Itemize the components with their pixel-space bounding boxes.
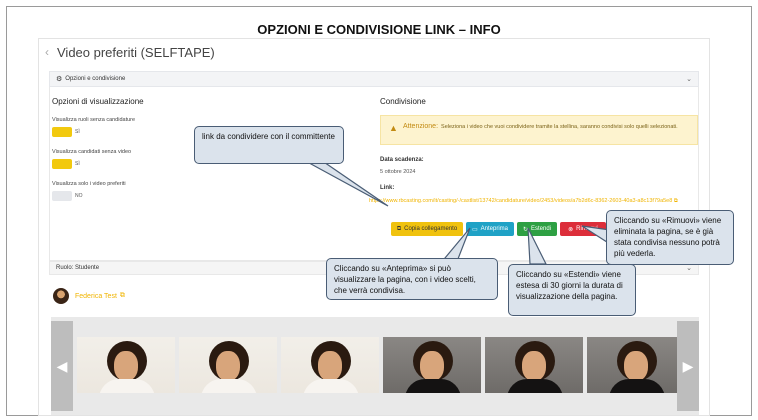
warning-alert: ▲ Attenzione: Seleziona i video che vuoi …	[380, 115, 698, 145]
preview-icon: ▭	[471, 226, 478, 233]
carousel-prev-button[interactable]: ◀	[51, 321, 73, 411]
chevron-down-icon[interactable]: ⌄	[686, 75, 692, 83]
remove-button[interactable]: ⊗ Rimuovi	[560, 222, 606, 236]
arrow-left-icon: ◀	[56, 357, 68, 374]
callout-extend: Cliccando su «Estendi» viene estesa di 3…	[508, 264, 636, 316]
slide-title: OPZIONI E CONDIVISIONE LINK – INFO	[257, 22, 501, 37]
refresh-icon: ↻	[522, 226, 528, 233]
remove-label: Rimuovi	[576, 226, 598, 232]
gear-icon: ⚙	[56, 76, 63, 83]
preview-label: Anteprima	[480, 226, 509, 232]
arrow-right-icon: ▶	[682, 357, 694, 374]
video-thumbnail[interactable]	[179, 337, 277, 393]
video-carousel: ◀ ▶	[51, 317, 699, 415]
page-title: Video preferiti (SELFTAPE)	[57, 44, 215, 60]
extend-label: Estendi	[531, 226, 552, 232]
video-thumbnail[interactable]	[587, 337, 685, 393]
copy-link-button[interactable]: ⧉ Copia collegamento	[391, 222, 463, 236]
warning-text: Seleziona i video che vuoi condividere t…	[441, 124, 678, 130]
option-label-favorites: Visualizza solo i video preferiti	[52, 181, 126, 187]
share-link[interactable]: https://www.rbcasting.com/it/casting/-/c…	[369, 197, 689, 205]
candidate-header: Federica Test ⧉	[53, 288, 125, 304]
candidate-name[interactable]: Federica Test	[75, 293, 117, 300]
external-link-icon[interactable]: ⧉	[674, 198, 678, 204]
toggle-state-roles: SÌ	[75, 129, 80, 135]
callout-preview: Cliccando su «Anteprima» si può visualiz…	[326, 258, 498, 300]
display-options-title: Opzioni di visualizzazione	[52, 97, 144, 106]
share-link-text[interactable]: https://www.rbcasting.com/it/casting/-/c…	[369, 198, 672, 204]
toggle-only-favorites[interactable]	[52, 191, 72, 201]
chevron-left-icon[interactable]: ‹	[45, 45, 49, 59]
preview-button[interactable]: ▭ Anteprima	[466, 222, 514, 236]
avatar	[53, 288, 69, 304]
extend-button[interactable]: ↻ Estendi	[517, 222, 557, 236]
section-label: Opzioni e condivisione	[65, 76, 126, 82]
copy-link-label: Copia collegamento	[404, 226, 458, 232]
carousel-next-button[interactable]: ▶	[677, 321, 699, 411]
warning-body: Attenzione: Seleziona i video che vuoi co…	[403, 122, 693, 132]
sharing-title: Condivisione	[380, 97, 426, 106]
video-thumbnail[interactable]	[383, 337, 481, 393]
chevron-down-icon[interactable]: ⌄	[686, 264, 692, 272]
copy-icon: ⧉	[396, 225, 402, 232]
video-thumbnail[interactable]	[485, 337, 583, 393]
option-label-roles: Visualizza ruoli senza candidature	[52, 117, 136, 123]
toggle-candidates-without-video[interactable]	[52, 159, 72, 169]
expiry-label: Data scadenza:	[380, 157, 424, 163]
link-label: Link:	[380, 185, 395, 191]
remove-icon: ⊗	[568, 226, 574, 233]
callout-link: link da condividere con il committente	[194, 126, 344, 164]
warning-label: Attenzione:	[403, 123, 439, 130]
option-label-candidates: Visualizza candidati senza video	[52, 149, 132, 155]
toggle-roles-without-applications[interactable]	[52, 127, 72, 137]
role-label: Ruolo: Studente	[56, 265, 100, 271]
options-section-header[interactable]: ⚙ Opzioni e condivisione ⌄	[49, 71, 699, 87]
warning-icon: ▲	[389, 123, 398, 133]
video-thumbnail[interactable]	[281, 337, 379, 393]
external-link-icon[interactable]: ⧉	[120, 292, 125, 300]
callout-remove: Cliccando su «Rimuovi» viene eliminata l…	[606, 210, 734, 265]
toggle-state-candidates: SÌ	[75, 161, 80, 167]
expiry-value: 5 ottobre 2024	[380, 169, 416, 175]
toggle-state-favorites: NO	[75, 193, 83, 199]
page-header: ‹ Video preferiti (SELFTAPE)	[39, 39, 709, 65]
video-thumbnail[interactable]	[77, 337, 175, 393]
